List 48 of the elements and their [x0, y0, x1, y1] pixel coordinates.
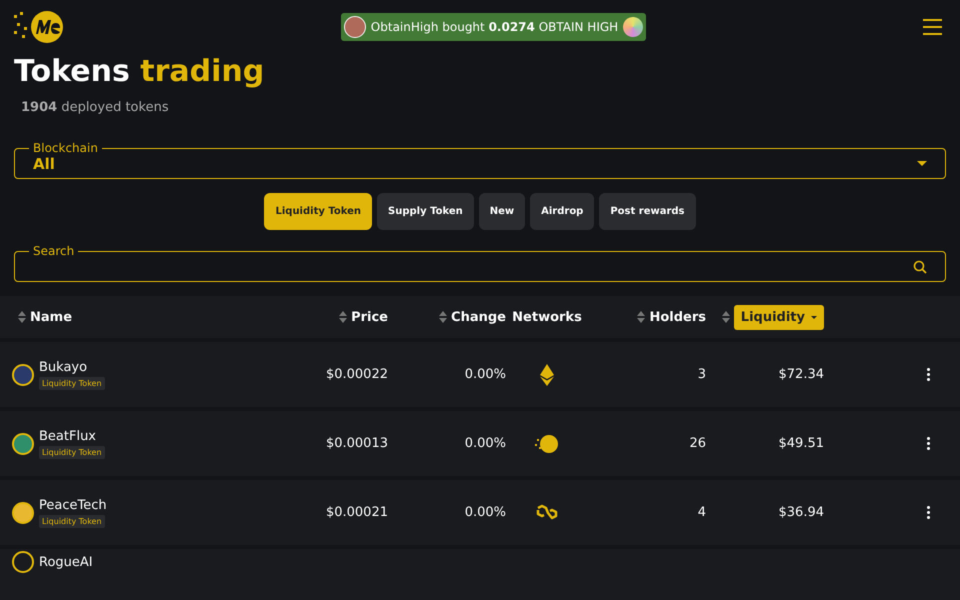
token-type-tag: Liquidity Token: [39, 446, 105, 458]
more-options-icon[interactable]: [927, 368, 930, 381]
menu-icon[interactable]: [923, 17, 942, 37]
column-header[interactable]: Holders: [649, 310, 706, 324]
token-type-tag: Liquidity Token: [39, 514, 105, 528]
change-cell-text: 0.00%: [464, 367, 506, 382]
token-name[interactable]: PeaceTech: [39, 498, 107, 512]
column-header[interactable]: Price: [351, 310, 388, 324]
page-title: Tokens trading: [14, 53, 264, 91]
filter-tab[interactable]: Liquidity Token: [264, 193, 372, 230]
price-cell-text: $0.00013: [324, 436, 388, 451]
notification-text: ObtainHigh bought 0.0274 OBTAIN HIGH: [370, 20, 618, 34]
token-logo-icon: [12, 551, 34, 573]
holders-cell-text: 26: [688, 436, 706, 451]
column-header[interactable]: Name: [30, 310, 72, 324]
liquidity-cell-text: $36.94: [778, 505, 824, 520]
token-count: 1904 deployed tokens: [21, 100, 170, 115]
more-options-icon[interactable]: [927, 506, 930, 519]
filter-tab[interactable]: Post rewards: [599, 193, 696, 230]
chain-link-icon: [535, 504, 559, 522]
filter-tab[interactable]: Airdrop: [530, 193, 594, 230]
filter-tab[interactable]: New: [478, 193, 526, 230]
filter-tab[interactable]: Supply Token: [377, 193, 474, 230]
more-options-icon[interactable]: [927, 437, 930, 450]
caret-icon: [917, 161, 927, 166]
search-field[interactable]: Search: [14, 244, 946, 282]
token-name[interactable]: Bukayo: [39, 360, 105, 374]
column-header[interactable]: Liquidity: [734, 304, 824, 330]
token-type-tag: Liquidity Token: [39, 376, 105, 390]
holders-cell-text: 4: [696, 505, 706, 520]
token-name[interactable]: RogueAI: [39, 554, 93, 570]
liquidity-cell-text: $49.51: [778, 436, 824, 451]
liquidity-cell-text: $72.34: [778, 367, 824, 382]
search-icon: [913, 260, 927, 274]
token-icon: [623, 17, 644, 37]
holders-cell-text: 3: [696, 367, 706, 382]
token-name[interactable]: BeatFlux: [39, 428, 105, 444]
change-cell-text: 0.00%: [464, 505, 506, 520]
column-header[interactable]: Networks: [512, 310, 582, 324]
logo-icon[interactable]: [12, 9, 64, 45]
price-cell-text: $0.00021: [324, 505, 388, 520]
avatar-icon: [344, 16, 366, 38]
price-cell-text: $0.00022: [324, 367, 388, 382]
diamond-icon: [540, 364, 554, 386]
coin-logo-icon: [535, 434, 559, 454]
blockchain-select[interactable]: Blockchain All: [14, 141, 946, 179]
column-header[interactable]: Change: [451, 310, 506, 324]
change-cell-text: 0.00%: [464, 436, 506, 451]
